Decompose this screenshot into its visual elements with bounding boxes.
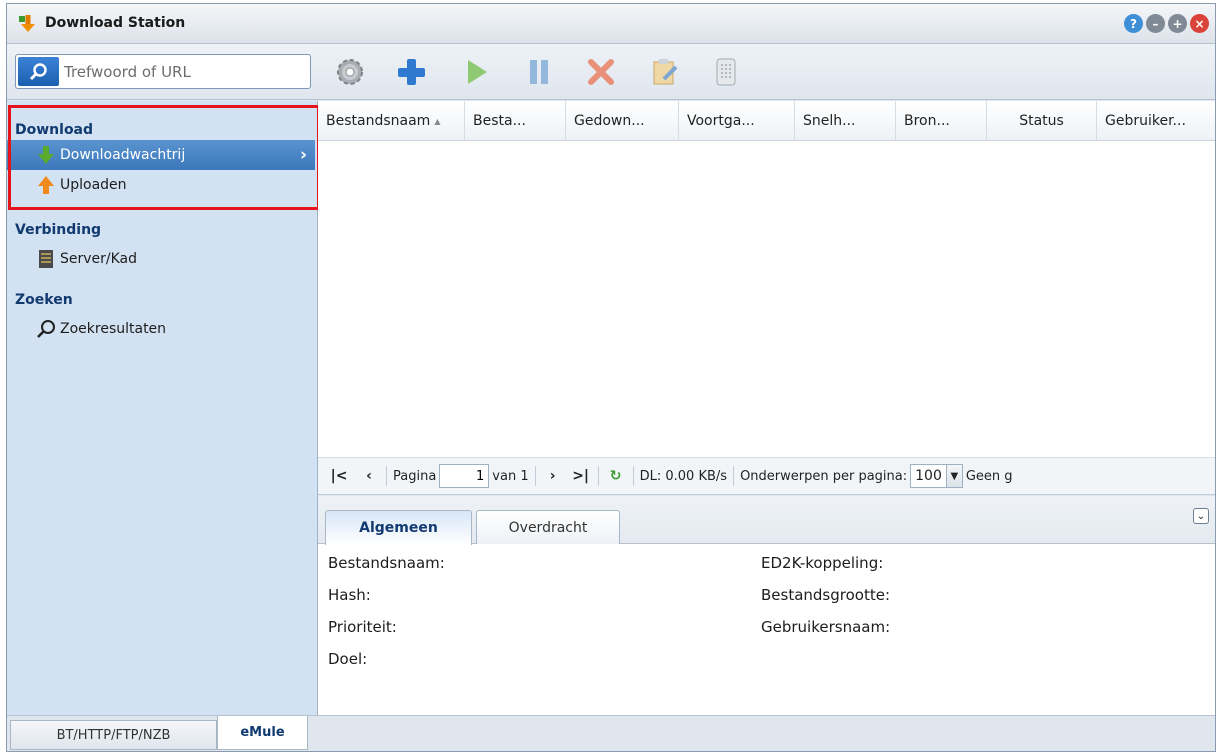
clear-icon[interactable] — [706, 52, 746, 92]
tab-transfer[interactable]: Overdracht — [476, 510, 620, 544]
tab-emule[interactable]: eMule — [217, 716, 308, 750]
toolbar — [7, 44, 1215, 100]
sidebar-item-label: Server/Kad — [60, 251, 138, 267]
section-download: Download — [15, 122, 94, 138]
delete-icon[interactable] — [581, 52, 621, 92]
per-page-label: Onderwerpen per pagina: — [740, 468, 908, 484]
search-icon[interactable] — [18, 57, 59, 86]
divider — [733, 466, 735, 486]
column-username[interactable]: Gebruiker... — [1097, 101, 1215, 141]
column-downloaded[interactable]: Gedown... — [566, 101, 679, 141]
column-status[interactable]: Status — [987, 101, 1097, 141]
help-icon[interactable]: ? — [1124, 14, 1143, 33]
upload-arrow-icon — [35, 174, 57, 196]
chevron-down-icon: ▼ — [945, 465, 962, 487]
collapse-icon[interactable]: ⌄ — [1193, 508, 1209, 524]
first-page-icon[interactable]: |< — [328, 468, 350, 484]
sort-asc-icon: ▲ — [434, 116, 441, 126]
grid-header: Bestandsnaam ▲ Besta... Gedown... Voortg… — [318, 101, 1215, 141]
title-bar: Download Station ? – + × — [7, 4, 1215, 44]
magnifier-icon — [35, 318, 57, 340]
pagination-bar: |< ‹ Pagina van 1 › >| ↻ DL: 0.00 KB/s O… — [318, 457, 1215, 495]
bottom-tab-bar: BT/HTTP/FTP/NZB eMule — [7, 715, 1215, 751]
field-filesize: Bestandsgrootte: — [761, 586, 891, 604]
window-title: Download Station — [45, 15, 186, 31]
maximize-icon[interactable]: + — [1168, 14, 1187, 33]
sidebar-item-label: Uploaden — [60, 177, 127, 193]
resume-icon[interactable] — [456, 52, 496, 92]
download-station-icon — [19, 15, 35, 32]
edit-icon[interactable] — [645, 52, 685, 92]
download-list[interactable] — [318, 141, 1215, 457]
last-page-icon[interactable]: >| — [570, 468, 592, 484]
page-number-input[interactable] — [439, 464, 490, 488]
search-input[interactable] — [64, 59, 304, 84]
sidebar-item-upload[interactable]: Uploaden — [7, 170, 315, 200]
divider — [632, 466, 634, 486]
sidebar-item-label: Downloadwachtrij — [60, 147, 186, 163]
field-priority: Prioriteit: — [328, 618, 397, 636]
column-speed[interactable]: Snelh... — [795, 101, 896, 141]
chevron-right-icon: › — [299, 145, 307, 165]
minimize-icon[interactable]: – — [1146, 14, 1165, 33]
close-icon[interactable]: × — [1190, 14, 1209, 33]
sidebar-item-label: Zoekresultaten — [60, 321, 167, 337]
next-page-icon[interactable]: › — [542, 468, 564, 484]
column-filename[interactable]: Bestandsnaam ▲ — [318, 101, 465, 141]
sidebar: Download Downloadwachtrij › Uploaden Ver… — [7, 101, 318, 715]
add-icon[interactable] — [391, 52, 431, 92]
field-ed2k-link: ED2K-koppeling: — [761, 554, 884, 572]
search-box — [15, 54, 311, 89]
field-target: Doel: — [328, 650, 368, 668]
field-filename: Bestandsnaam: — [328, 554, 445, 572]
sidebar-item-download-queue[interactable]: Downloadwachtrij › — [7, 140, 315, 170]
divider — [534, 466, 536, 486]
column-size[interactable]: Besta... — [465, 101, 566, 141]
window-controls: ? – + × — [1124, 14, 1209, 33]
prev-page-icon[interactable]: ‹ — [358, 468, 380, 484]
download-station-window: Download Station ? – + × Trefwoord of UR… — [6, 3, 1216, 752]
per-page-select[interactable]: 100 ▼ — [910, 464, 963, 488]
divider — [597, 466, 599, 486]
tab-general[interactable]: Algemeen — [325, 510, 472, 545]
sidebar-item-search-results[interactable]: Zoekresultaten — [7, 314, 315, 344]
sidebar-item-server-kad[interactable]: Server/Kad — [7, 244, 315, 274]
refresh-icon[interactable]: ↻ — [605, 468, 627, 484]
detail-tabbar: Algemeen Overdracht ⌄ — [318, 496, 1215, 545]
column-progress[interactable]: Voortga... — [679, 101, 795, 141]
pause-icon[interactable] — [519, 52, 559, 92]
column-sources[interactable]: Bron... — [896, 101, 987, 141]
settings-icon[interactable] — [330, 52, 370, 92]
download-arrow-icon — [35, 144, 57, 166]
page-label: Pagina — [393, 468, 437, 484]
field-hash: Hash: — [328, 586, 371, 604]
page-count: van 1 — [492, 468, 529, 484]
field-username: Gebruikersnaam: — [761, 618, 891, 636]
server-icon — [35, 248, 57, 270]
tab-bt-http-ftp-nzb[interactable]: BT/HTTP/FTP/NZB — [10, 720, 217, 750]
section-connection: Verbinding — [15, 222, 102, 238]
download-speed: DL: 0.00 KB/s — [639, 468, 728, 484]
trailing-text: Geen g — [965, 468, 1013, 484]
section-search: Zoeken — [15, 292, 73, 308]
divider — [386, 466, 387, 486]
detail-panel: Algemeen Overdracht ⌄ Bestandsnaam: Hash… — [318, 496, 1215, 715]
